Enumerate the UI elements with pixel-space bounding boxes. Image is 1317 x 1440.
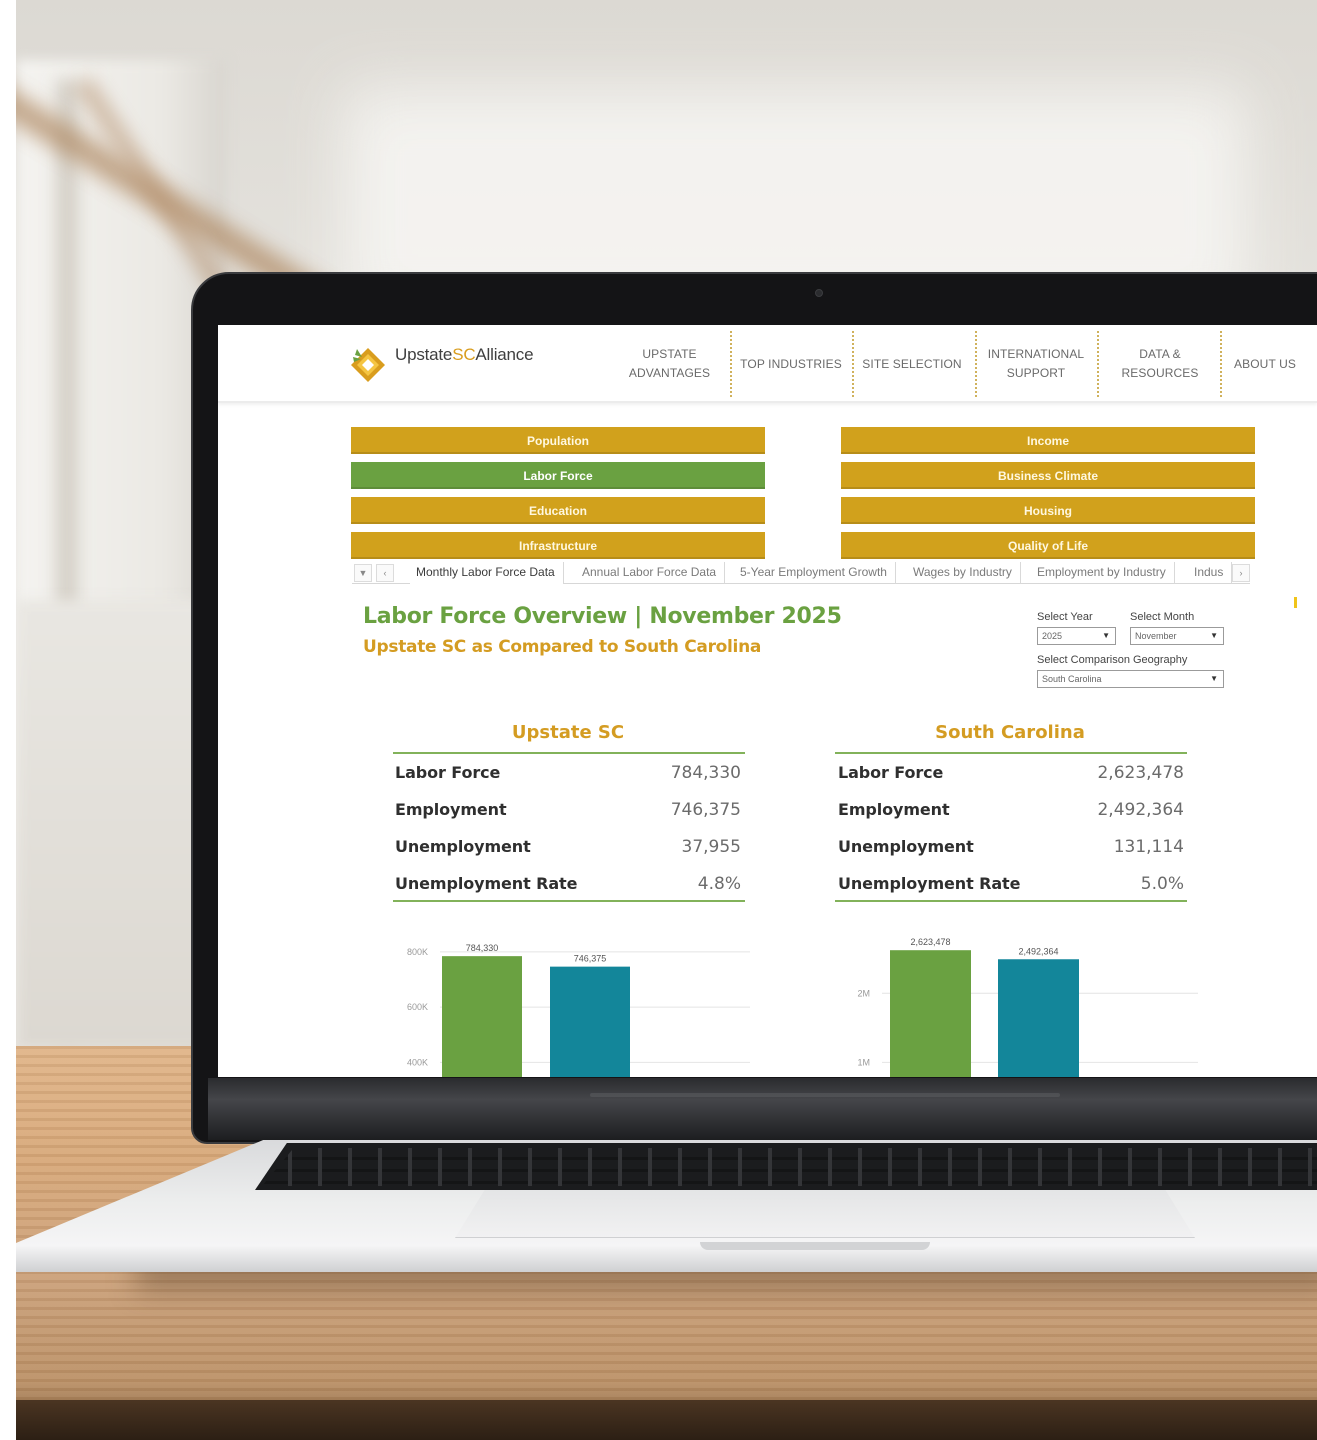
stat-value-employment: 746,375 [670,800,741,820]
nav-separator [975,331,977,397]
stat-label-unemployment: Unemployment [395,837,531,856]
stat-value-labor-force: 2,623,478 [1097,763,1184,783]
tab-monthly-labor-force-data[interactable]: Monthly Labor Force Data [410,562,564,584]
geography-select-value: South Carolina [1042,674,1102,684]
site-logo-text[interactable]: UpstateSCAlliance [395,345,534,365]
bar-labor-force[interactable] [442,956,522,1077]
nav-international-support[interactable]: INTERNATIONAL SUPPORT [982,343,1090,385]
page-title: Labor Force Overview | November 2025 [363,604,842,629]
stat-value-labor-force: 784,330 [670,763,741,783]
dashboard-tab-strip: ▼ ‹ Monthly Labor Force Data Annual Labo… [352,562,1250,584]
category-infrastructure[interactable]: Infrastructure [351,532,765,559]
chart-sc-svg: 2M 1M 2,623,478 2,492,364 [857,937,1198,1077]
bar-data-label: 2,623,478 [910,937,950,947]
year-select[interactable]: 2025 ▼ [1037,627,1116,645]
tab-annual-labor-force-data[interactable]: Annual Labor Force Data [576,562,726,584]
stat-label-employment: Employment [395,800,507,819]
panel-divider [393,900,745,902]
tab-next-icon[interactable]: › [1232,564,1250,582]
desk-edge [16,1400,1317,1440]
stat-label-unemployment-rate: Unemployment Rate [395,874,578,893]
y-tick-label: 1M [857,1057,870,1067]
year-select-value: 2025 [1042,631,1063,641]
upstate-logo-icon[interactable] [348,345,388,385]
logo-prefix: Upstate [395,345,453,364]
month-select-value: November [1135,631,1177,641]
tab-industry-truncated[interactable]: Indus [1188,562,1232,584]
chart-upstate-bars: 800K 600K 400K 784,330 746,375 [388,930,758,1077]
page-subtitle: Upstate SC as Compared to South Carolina [363,637,762,657]
stat-label-employment: Employment [838,800,950,819]
highlight-marker [1294,597,1297,608]
nav-separator [730,331,732,397]
laptop-hinge [208,1078,1317,1140]
nav-top-industries[interactable]: TOP INDUSTRIES [740,343,842,385]
logo-highlight: SC [452,345,476,364]
nav-data-resources[interactable]: DATA & RESOURCES [1110,343,1210,385]
stat-value-unemployment: 37,955 [681,837,741,857]
category-population[interactable]: Population [351,427,765,454]
stat-value-unemployment-rate: 5.0% [1140,874,1184,894]
geography-select[interactable]: South Carolina ▼ [1037,670,1224,688]
y-tick-label: 600K [407,1002,428,1012]
chevron-down-icon: ▼ [1102,631,1110,640]
logo-suffix: Alliance [475,345,534,364]
nav-separator [1220,331,1222,397]
bar-employment[interactable] [998,959,1079,1077]
bar-employment[interactable] [550,966,630,1077]
month-select[interactable]: November ▼ [1130,627,1224,645]
category-business-climate[interactable]: Business Climate [841,462,1255,489]
stat-label-labor-force: Labor Force [838,763,944,782]
geography-label: Select Comparison Geography [1037,654,1188,666]
stat-value-unemployment: 131,114 [1113,837,1184,857]
tab-employment-by-industry[interactable]: Employment by Industry [1031,562,1175,584]
bar-data-label: 746,375 [574,954,607,964]
tab-prev-icon[interactable]: ‹ [376,564,394,582]
stat-label-unemployment: Unemployment [838,837,974,856]
bar-data-label: 784,330 [466,943,499,953]
nav-site-selection[interactable]: SITE SELECTION [862,343,962,385]
chart-upstate-svg: 800K 600K 400K 784,330 746,375 [407,943,750,1077]
category-income[interactable]: Income [841,427,1255,454]
tab-wages-by-industry[interactable]: Wages by Industry [907,562,1021,584]
keyboard-keys [262,1148,1317,1186]
stat-value-employment: 2,492,364 [1097,800,1184,820]
month-label: Select Month [1130,611,1195,623]
nav-about-us[interactable]: ABOUT US [1230,343,1300,385]
y-tick-label: 2M [857,988,870,998]
bar-data-label: 2,492,364 [1018,946,1058,956]
panel-divider [393,752,745,754]
chart-sc-bars: 2M 1M 2,623,478 2,492,364 [830,930,1200,1077]
nav-separator [1097,331,1099,397]
webcam [815,289,823,297]
trackpad [455,1190,1195,1238]
category-education[interactable]: Education [351,497,765,524]
stat-label-unemployment-rate: Unemployment Rate [838,874,1021,893]
year-label: Select Year [1037,611,1093,623]
panel-divider [835,752,1187,754]
tab-5-year-employment-growth[interactable]: 5-Year Employment Growth [734,562,896,584]
panel-title-upstate: Upstate SC [511,722,625,743]
category-quality-of-life[interactable]: Quality of Life [841,532,1255,559]
tab-dropdown-icon[interactable]: ▼ [354,564,372,582]
nav-upstate-advantages[interactable]: UPSTATE ADVANTAGES [622,343,717,385]
hinge-highlight [590,1093,1060,1097]
bar-labor-force[interactable] [890,950,971,1077]
panel-title-south-carolina: South Carolina [935,722,1085,743]
panel-divider [835,900,1187,902]
lid-notch [700,1242,930,1250]
y-tick-label: 800K [407,947,428,957]
laptop-screen: UpstateSCAlliance UPSTATE ADVANTAGES TOP… [218,325,1317,1077]
stat-value-unemployment-rate: 4.8% [697,874,741,894]
site-header: UpstateSCAlliance UPSTATE ADVANTAGES TOP… [218,325,1317,403]
stat-label-labor-force: Labor Force [395,763,501,782]
nav-separator [852,331,854,397]
category-housing[interactable]: Housing [841,497,1255,524]
y-tick-label: 400K [407,1057,428,1067]
chevron-down-icon: ▼ [1210,631,1218,640]
category-labor-force[interactable]: Labor Force [351,462,765,489]
chevron-down-icon: ▼ [1210,674,1218,683]
